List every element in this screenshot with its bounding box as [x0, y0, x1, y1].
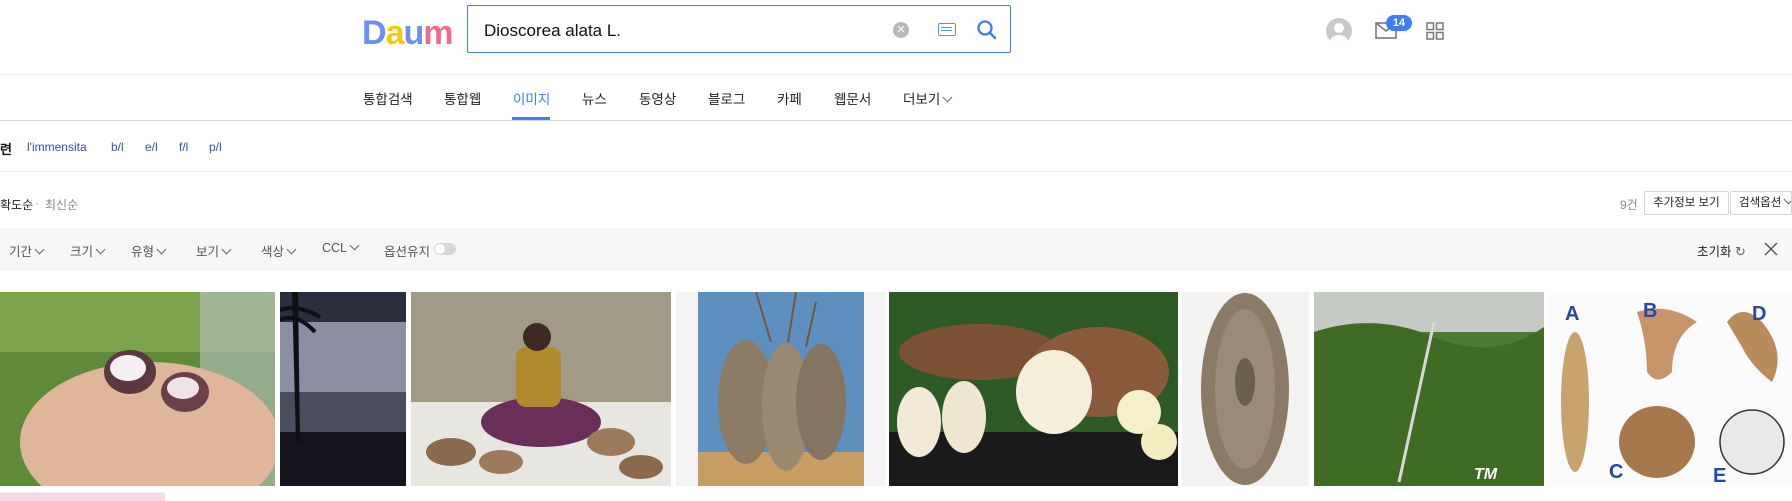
image-result[interactable] — [280, 292, 406, 486]
filter-type-label: 유형 — [131, 245, 155, 259]
chevron-down-icon — [34, 244, 45, 255]
image-palm-dusk — [280, 292, 406, 486]
sort-row: 확도순 · 최신순 9건 추가정보 보기 검색옵션 — [0, 172, 1792, 227]
chevron-down-icon — [156, 244, 167, 255]
daum-logo[interactable]: Daum — [362, 14, 454, 53]
filter-view-label: 보기 — [196, 245, 220, 259]
image-yam-vines: TM — [1314, 292, 1544, 486]
result-count: 9건 — [1620, 198, 1638, 212]
reset-button[interactable]: 초기화 ↻ — [1697, 241, 1746, 260]
image-sliced-yam — [889, 292, 1178, 486]
diagram-label: C — [1609, 461, 1623, 483]
filter-view[interactable]: 보기 — [196, 241, 232, 260]
filter-size-label: 크기 — [70, 245, 94, 259]
related-link[interactable]: e/l — [145, 140, 158, 154]
filter-period[interactable]: 기간 — [9, 241, 45, 260]
tab-integrated-web[interactable]: 통합웹 — [444, 88, 481, 108]
mail-count-badge: 14 — [1386, 15, 1412, 31]
keep-option-toggle[interactable] — [434, 243, 456, 255]
chevron-down-icon — [349, 240, 360, 251]
tab-images[interactable]: 이미지 — [513, 88, 550, 108]
image-hand-holding-yam — [0, 292, 275, 486]
diagram-label: B — [1643, 300, 1657, 322]
tab-integrated-search[interactable]: 통합검색 — [363, 88, 413, 108]
close-icon[interactable] — [1764, 242, 1778, 256]
filter-color[interactable]: 색상 — [261, 241, 297, 260]
tab-news[interactable]: 뉴스 — [582, 88, 607, 108]
chevron-down-icon — [942, 92, 953, 103]
related-link[interactable]: f/l — [179, 140, 188, 154]
sort-separator: · — [35, 196, 39, 210]
chevron-down-icon — [1783, 194, 1791, 205]
filter-ccl-label: CCL — [322, 241, 348, 255]
chevron-down-icon — [221, 244, 232, 255]
related-searches: 련 l'immensita b/l e/l f/l p/l — [0, 121, 1792, 172]
apps-grid-icon[interactable] — [1426, 22, 1444, 40]
filter-size[interactable]: 크기 — [70, 241, 106, 260]
sort-accuracy[interactable]: 확도순 — [0, 196, 33, 213]
filter-period-label: 기간 — [9, 245, 33, 259]
search-tabs: 통합검색 통합웹 이미지 뉴스 동영상 블로그 카페 웹문서 더보기 — [0, 75, 1792, 121]
chevron-down-icon — [286, 244, 297, 255]
sort-latest[interactable]: 최신순 — [45, 196, 78, 213]
filter-color-label: 색상 — [261, 245, 285, 259]
active-tab-indicator — [512, 117, 550, 120]
image-result[interactable] — [411, 292, 671, 486]
user-avatar-icon[interactable] — [1326, 18, 1352, 44]
filter-ccl[interactable]: CCL — [322, 240, 360, 255]
tab-web-documents[interactable]: 웹문서 — [834, 88, 871, 108]
diagram-label: E — [1713, 465, 1726, 486]
diagram-label: A — [1565, 303, 1579, 325]
keyboard-icon[interactable] — [938, 23, 956, 36]
refresh-icon: ↻ — [1735, 244, 1746, 259]
clear-search-icon[interactable]: ✕ — [893, 22, 909, 38]
related-label: 련 — [0, 142, 12, 157]
tab-more-label: 더보기 — [903, 92, 941, 107]
keep-option-label: 옵션유지 — [384, 245, 431, 259]
related-link[interactable]: l'immensita — [27, 140, 87, 154]
search-input[interactable] — [482, 18, 886, 44]
reset-label: 초기화 — [1697, 245, 1732, 259]
image-market-yams — [411, 292, 671, 486]
image-yam-basket — [676, 292, 886, 486]
filter-type[interactable]: 유형 — [131, 241, 167, 260]
header: Daum ✕ 14 — [0, 0, 1792, 75]
image-carved-board — [1182, 292, 1309, 486]
image-result[interactable]: TM — [1314, 292, 1544, 486]
watermark-text: TM — [1474, 466, 1498, 483]
tab-video[interactable]: 동영상 — [639, 88, 676, 108]
search-options-label: 검색옵션 — [1739, 197, 1782, 209]
image-tuber-diagram: A B D C E — [1547, 292, 1792, 486]
filter-bar: 기간 크기 유형 보기 색상 CCL 옵션유지 초기화 ↻ — [0, 228, 1792, 271]
search-options-button[interactable]: 검색옵션 — [1730, 191, 1792, 215]
image-result[interactable] — [1182, 292, 1309, 486]
search-box: ✕ — [467, 5, 1011, 53]
related-link[interactable]: b/l — [111, 140, 124, 154]
image-result[interactable] — [889, 292, 1178, 486]
tab-cafe[interactable]: 카페 — [777, 88, 802, 108]
tab-more[interactable]: 더보기 — [903, 88, 953, 108]
image-result[interactable] — [0, 292, 275, 486]
more-info-button[interactable]: 추가정보 보기 — [1644, 191, 1729, 215]
tab-blog[interactable]: 블로그 — [708, 88, 745, 108]
image-result[interactable] — [676, 292, 886, 486]
image-result[interactable]: A B D C E — [1547, 292, 1792, 486]
related-link[interactable]: p/l — [209, 140, 222, 154]
search-icon[interactable] — [975, 18, 999, 42]
diagram-label: D — [1752, 303, 1766, 325]
chevron-down-icon — [95, 244, 106, 255]
